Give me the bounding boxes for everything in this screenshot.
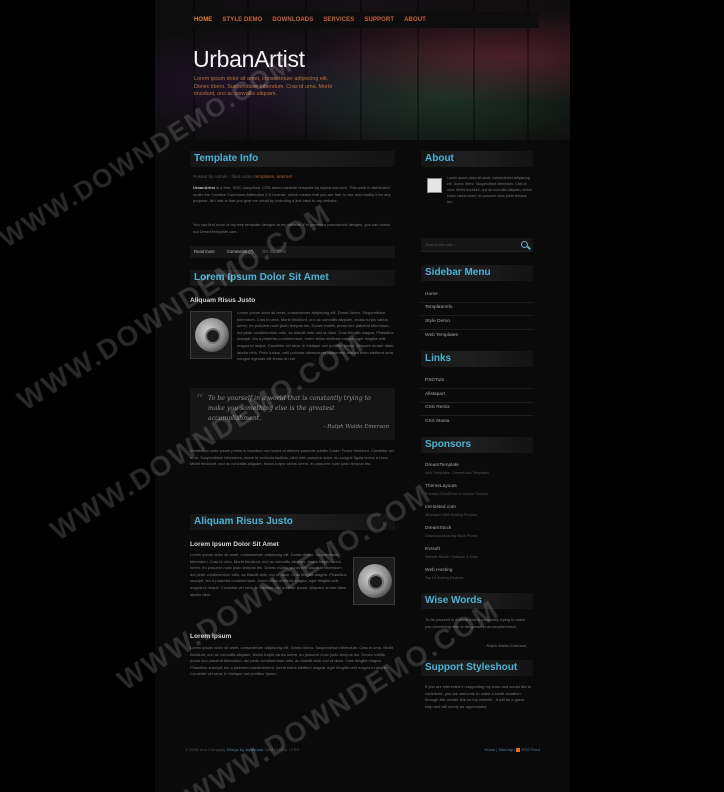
quote-mark-icon: “ — [196, 392, 204, 408]
sponsor-desc: Download Amazing Stock Photos — [425, 534, 478, 538]
sidebar-menu-item-templateinfo[interactable]: TemplateInfo — [425, 305, 452, 310]
divider — [421, 388, 533, 389]
divider — [421, 415, 533, 416]
read-more-link[interactable]: Read more — [194, 246, 215, 258]
search-box[interactable]: Search this site... — [421, 238, 533, 252]
support-text: If you are interested in supporting my w… — [425, 684, 532, 709]
nav-support[interactable]: SUPPORT — [359, 12, 399, 28]
footer-right: Home | Sitemap | RSS Feed — [485, 747, 540, 752]
sponsor-evrsoft[interactable]: Evrsoft — [425, 547, 440, 552]
template-info-paragraph-1: UrbanArtist is a free, W3C-compliant, CS… — [193, 185, 393, 205]
link-allstapart[interactable]: Allstapart — [425, 392, 445, 397]
link-psdtuts[interactable]: PSDTuts — [425, 378, 444, 383]
footer-copyright: © 2006 Your Company — [185, 747, 226, 752]
search-icon[interactable] — [521, 241, 528, 248]
rss-icon — [516, 747, 521, 752]
footer-links[interactable]: Home | Sitemap | — [485, 747, 516, 752]
nav-home[interactable]: HOME — [189, 12, 217, 28]
nav-about[interactable]: ABOUT — [399, 12, 431, 28]
post-1-thumbnail[interactable] — [190, 311, 232, 359]
sidebar-title-sponsors: Sponsors — [421, 437, 533, 453]
wise-words-author: - Ralph Waldo Emerson — [484, 643, 527, 648]
post-meta-text: Posted by Admin - filed under — [193, 174, 254, 179]
post-2-heading-a: Lorem Ipsum Dolor Sit Amet — [190, 541, 279, 548]
sponsor-web-hosting[interactable]: Web Hosting — [425, 568, 452, 573]
about-text: Lorem ipsum dolor sit amet, consectetuer… — [447, 176, 532, 204]
divider — [421, 302, 533, 303]
divider — [421, 315, 533, 316]
sponsor-dreamtemplate[interactable]: DreamTemplate — [425, 463, 459, 468]
sponsor-desc: Premium WordPress & Joomla Themes — [425, 492, 488, 496]
nav-style-demo[interactable]: STYLE DEMO — [217, 12, 267, 28]
sidebar-title-menu: Sidebar Menu — [421, 265, 533, 281]
section-title-template-info: Template Info — [190, 151, 395, 167]
post-meta-link[interactable]: templates, internet — [254, 174, 292, 179]
sidebar-menu-item-home[interactable]: Home — [425, 292, 438, 297]
sidebar-menu-item-style-demo[interactable]: Style Demo — [425, 319, 450, 324]
quote-author: - Ralph Waldo Emerson — [323, 424, 389, 430]
divider — [421, 402, 533, 403]
nav-services[interactable]: SERVICES — [318, 12, 359, 28]
firefox-logo-icon — [195, 318, 229, 352]
sponsor-desc: Website Builder Software & Tools — [425, 555, 478, 559]
firefox-logo-icon — [358, 564, 392, 598]
template-info-p1: is a free, W3C-compliant, CSS-based webs… — [193, 185, 391, 204]
template-info-lead: UrbanArtist — [193, 185, 216, 190]
right-background — [569, 0, 724, 792]
link-css-remix[interactable]: CSS Remix — [425, 405, 450, 410]
divider — [421, 329, 533, 330]
sidebar-menu-item-web-templates[interactable]: Web Templates — [425, 333, 458, 338]
sponsor-desc: Affordable Web Hosting Provider — [425, 513, 478, 517]
nav-downloads[interactable]: DOWNLOADS — [267, 12, 318, 28]
sponsor-desc: Top 10 Hosting Reviews — [425, 576, 464, 580]
post-2-thumbnail[interactable] — [353, 557, 395, 605]
post-meta: Posted by Admin - filed under templates,… — [193, 174, 292, 179]
search-input[interactable]: Search this site... — [425, 238, 456, 252]
sidebar-title-links: Links — [421, 351, 533, 367]
sidebar-title-about: About — [421, 151, 533, 167]
sponsor-themelayouts[interactable]: ThemeLayouts — [425, 484, 457, 489]
main-nav: HOME STYLE DEMO DOWNLOADS SERVICES SUPPO… — [189, 12, 539, 28]
rss-feed-link[interactable]: RSS Feed — [522, 747, 540, 752]
sponsor-desc: Web Templates, Themes and Templates — [425, 471, 489, 475]
about-image — [427, 178, 442, 193]
post-1-paragraph-2: Vestibulum ante ipsum primis in faucibus… — [190, 448, 394, 467]
sponsor-dreamstock[interactable]: DreamStock — [425, 526, 451, 531]
link-css-mania[interactable]: CSS Mania — [425, 419, 449, 424]
